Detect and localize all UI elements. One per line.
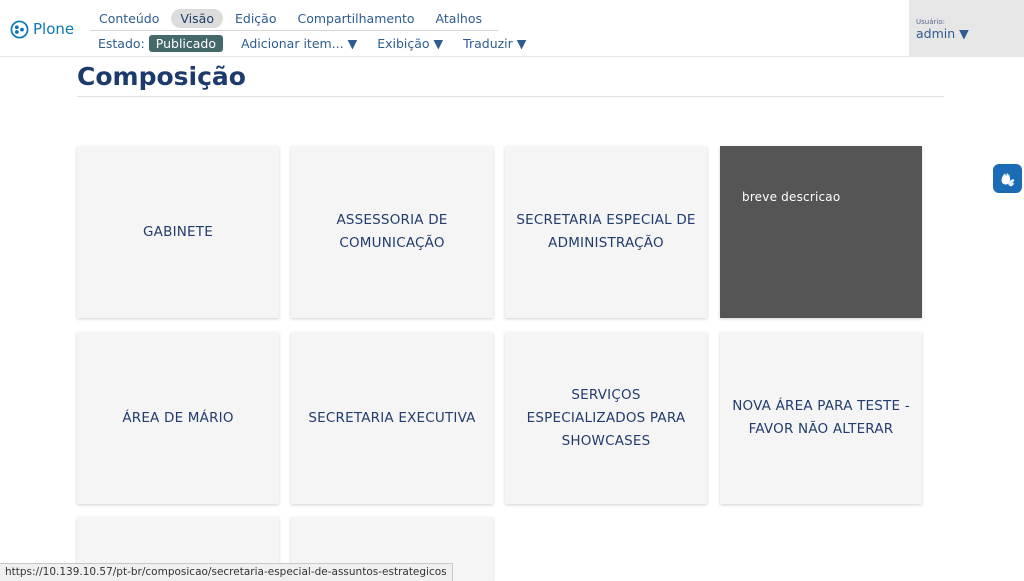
user-menu[interactable]: Usuário: admin ▼ bbox=[909, 0, 1024, 57]
card-label: SECRETARIA EXECUTIVA bbox=[308, 409, 476, 426]
state-label: Estado: bbox=[98, 35, 145, 51]
title-divider bbox=[77, 96, 944, 97]
translate-menu[interactable]: Traduzir ▼ bbox=[463, 36, 526, 51]
card-nova-area-teste[interactable]: NOVA ÁREA PARA TESTE - FAVOR NÃO ALTERAR bbox=[720, 332, 922, 504]
action-row: Estado: Publicado Adicionar item... ▼ Ex… bbox=[90, 33, 546, 53]
card-area-de-mario[interactable]: ÁREA DE MÁRIO bbox=[77, 332, 279, 504]
card-description-hover[interactable]: breve descricao bbox=[720, 146, 922, 318]
top-toolbar: Plone Conteúdo Visão Edição Compartilham… bbox=[0, 0, 1024, 57]
card-label: ASSESSORIA DE COMUNICAÇÃO bbox=[336, 212, 448, 251]
card-label: SECRETARIA ESPECIAL DE ADMINISTRAÇÃO bbox=[516, 212, 696, 251]
tab-conteudo[interactable]: Conteúdo bbox=[90, 9, 168, 28]
add-item-menu[interactable]: Adicionar item... ▼ bbox=[241, 36, 357, 51]
card-assessoria-comunicacao[interactable]: ASSESSORIA DE COMUNICAÇÃO bbox=[291, 146, 493, 318]
toolbar-divider bbox=[90, 30, 498, 31]
status-bar-url: https://10.139.10.57/pt-br/composicao/se… bbox=[0, 563, 453, 581]
card-secretaria-executiva[interactable]: SECRETARIA EXECUTIVA bbox=[291, 332, 493, 504]
user-name[interactable]: admin ▼ bbox=[916, 26, 1024, 41]
card-label: SERVIÇOS ESPECIALIZADOS PARA SHOWCASES bbox=[526, 386, 686, 449]
brand-name: Plone bbox=[33, 20, 75, 38]
view-tabs: Conteúdo Visão Edição Compartilhamento A… bbox=[90, 8, 494, 29]
display-menu[interactable]: Exibição ▼ bbox=[377, 36, 443, 51]
accessibility-button[interactable] bbox=[993, 164, 1022, 193]
plone-logo-icon bbox=[10, 20, 29, 38]
tab-edicao[interactable]: Edição bbox=[226, 9, 286, 28]
card-servicos-especializados[interactable]: SERVIÇOS ESPECIALIZADOS PARA SHOWCASES bbox=[505, 332, 707, 504]
state-badge[interactable]: Publicado bbox=[148, 34, 224, 52]
card-label: GABINETE bbox=[143, 223, 213, 240]
card-description: breve descricao bbox=[742, 190, 841, 204]
user-label: Usuário: bbox=[916, 18, 945, 26]
sign-language-hands-icon bbox=[1001, 172, 1014, 186]
tab-visao[interactable]: Visão bbox=[171, 9, 223, 28]
tab-atalhos[interactable]: Atalhos bbox=[427, 9, 491, 28]
tab-compartilhamento[interactable]: Compartilhamento bbox=[288, 9, 423, 28]
plone-logo[interactable]: Plone bbox=[10, 18, 74, 40]
card-gabinete[interactable]: GABINETE bbox=[77, 146, 279, 318]
card-label: NOVA ÁREA PARA TESTE - FAVOR NÃO ALTERAR bbox=[732, 398, 910, 437]
page-title: Composição bbox=[77, 62, 246, 91]
card-label: ÁREA DE MÁRIO bbox=[122, 409, 234, 426]
card-secretaria-administracao[interactable]: SECRETARIA ESPECIAL DE ADMINISTRAÇÃO bbox=[505, 146, 707, 318]
